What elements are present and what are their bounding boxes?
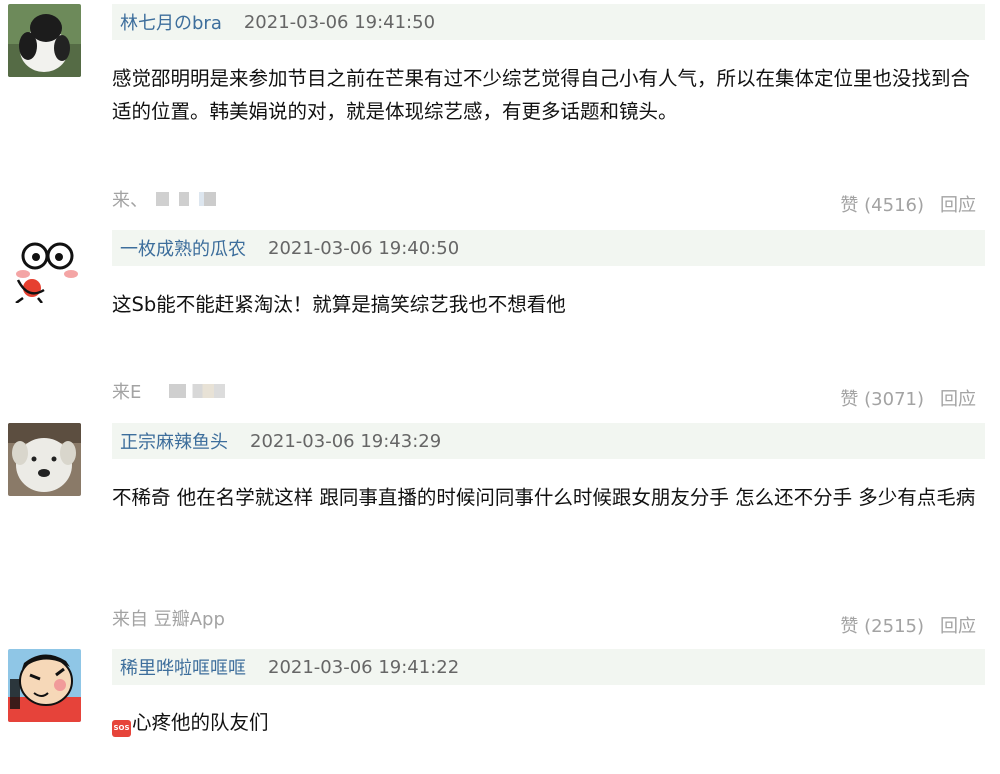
author-link[interactable]: 一枚成熟的瓜农 — [120, 235, 246, 261]
reply-button[interactable]: 回应 — [940, 612, 976, 638]
crayon-shin-chan-avatar[interactable] — [8, 649, 81, 722]
comment-source: 来E — [112, 378, 226, 404]
cartoon-face-avatar-image — [8, 230, 81, 303]
comment-actions: 赞 (2515) 回应 — [840, 612, 976, 638]
cartoon-face-avatar[interactable] — [8, 230, 81, 303]
comment-content: 不稀奇 他在名学就这样 跟同事直播的时候问同事什么时候跟女朋友分手 怎么还不分手… — [112, 486, 976, 509]
blurred-source — [156, 192, 216, 206]
source-label: 来E — [112, 382, 142, 403]
panda-avatar-image — [8, 4, 81, 77]
comment-header: 一枚成熟的瓜农 2021-03-06 19:40:50 — [112, 230, 985, 266]
crayon-shin-chan-avatar-image — [8, 649, 81, 722]
comment-actions: 赞 (4516) 回应 — [840, 191, 976, 217]
like-button[interactable]: 赞 (4516) — [840, 191, 924, 217]
like-button[interactable]: 赞 (2515) — [840, 612, 924, 638]
comment-header: 稀里哗啦哐哐哐 2021-03-06 19:41:22 — [112, 649, 985, 685]
reply-button[interactable]: 回应 — [940, 385, 976, 411]
white-dog-avatar[interactable] — [8, 423, 81, 496]
comment-time: 2021-03-06 19:41:50 — [243, 11, 436, 33]
comment-header: 林七月のbra 2021-03-06 19:41:50 — [112, 4, 985, 40]
sos-icon: SOS — [112, 720, 131, 737]
comment-content: 感觉邵明明是来参加节目之前在芒果有过不少综艺觉得自己小有人气，所以在集体定位里也… — [112, 67, 971, 123]
comment-time: 2021-03-06 19:41:22 — [268, 656, 460, 678]
source-label: 来自 豆瓣App — [112, 609, 225, 630]
reply-button[interactable]: 回应 — [940, 191, 976, 217]
like-button[interactable]: 赞 (3071) — [840, 385, 924, 411]
white-dog-avatar-image — [8, 423, 81, 496]
comment-actions: 赞 (3071) 回应 — [840, 385, 976, 411]
blurred-source — [169, 384, 226, 398]
comment-time: 2021-03-06 19:40:50 — [268, 237, 460, 259]
comment-content: SOS 心疼他的队友们 — [112, 706, 985, 739]
author-link[interactable]: 林七月のbra — [120, 9, 222, 35]
comment-time: 2021-03-06 19:43:29 — [250, 430, 442, 452]
panda-avatar[interactable] — [8, 4, 81, 77]
comment-text: 心疼他的队友们 — [132, 711, 269, 734]
comment-source: 来自 豆瓣App — [112, 605, 225, 631]
comment-content: 这Sb能不能赶紧淘汰！就算是搞笑综艺我也不想看他 — [112, 293, 566, 316]
author-link[interactable]: 正宗麻辣鱼头 — [120, 428, 228, 454]
author-link[interactable]: 稀里哗啦哐哐哐 — [120, 654, 246, 680]
comment-source: 来、 — [112, 186, 216, 212]
comment-header: 正宗麻辣鱼头 2021-03-06 19:43:29 — [112, 423, 985, 459]
source-label: 来、 — [112, 190, 148, 211]
